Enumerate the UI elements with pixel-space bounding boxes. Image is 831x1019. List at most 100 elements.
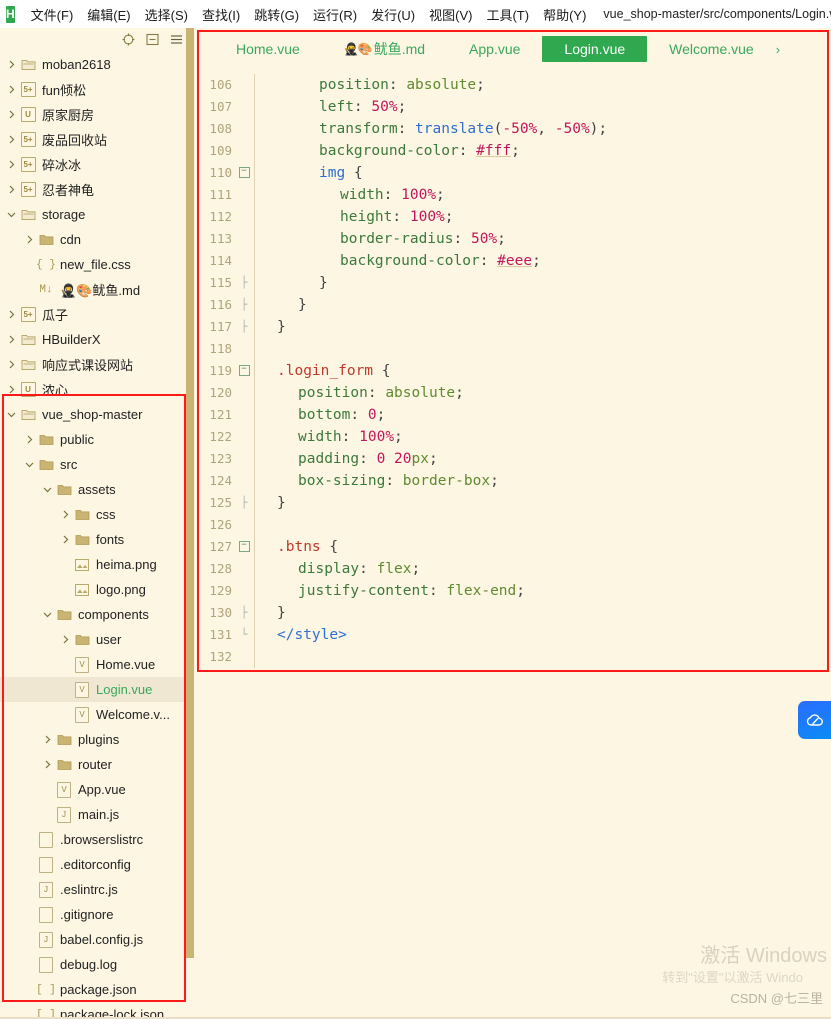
menu-item-publish[interactable]: 发行(U) xyxy=(364,3,422,26)
tree-item-cdn[interactable]: cdn xyxy=(0,227,190,252)
tree-arrow-collapsed-icon[interactable] xyxy=(6,334,17,345)
code-line[interactable]: 108 transform: translate(-50%, -50%); xyxy=(196,118,831,140)
tree-item-heima.png[interactable]: heima.png xyxy=(0,552,190,577)
tree-item-.eslintrc.js[interactable]: J .eslintrc.js xyxy=(0,877,190,902)
code-line[interactable]: 125 ├} xyxy=(196,492,831,514)
menu-item-edit[interactable]: 编辑(E) xyxy=(80,3,137,26)
menu-item-file[interactable]: 文件(F) xyxy=(24,3,81,26)
code-line[interactable]: 118 xyxy=(196,338,831,360)
tree-arrow-expanded-icon[interactable] xyxy=(6,209,17,220)
tree-item-welcome.v...[interactable]: V Welcome.v... xyxy=(0,702,190,727)
locate-file-icon[interactable] xyxy=(122,33,135,46)
code-line[interactable]: 123 padding: 0 20px; xyxy=(196,448,831,470)
menu-item-find[interactable]: 查找(I) xyxy=(195,3,247,26)
code-area[interactable]: 106 position: absolute; 107 left: 50%; 108 tr… xyxy=(196,70,831,668)
tree-arrow-expanded-icon[interactable] xyxy=(42,484,53,495)
code-line[interactable]: 106 position: absolute; xyxy=(196,74,831,96)
tree-item-babel.config.js[interactable]: Jbabel.config.js xyxy=(0,927,190,952)
tree-arrow-collapsed-icon[interactable] xyxy=(6,309,17,320)
tree-item-[interactable]: U 原家厨房 xyxy=(0,102,190,127)
tree-item-.md[interactable]: M↓ 🥷🎨鱿鱼.md xyxy=(0,277,190,302)
tree-item-fonts[interactable]: fonts xyxy=(0,527,190,552)
tree-item-[interactable]: U 浓心 xyxy=(0,377,190,402)
tree-item-[interactable]: 响应式课设网站 xyxy=(0,352,190,377)
tree-item-logo.png[interactable]: logo.png xyxy=(0,577,190,602)
tree-item-.editorconfig[interactable]: .editorconfig xyxy=(0,852,190,877)
code-line[interactable]: 126 xyxy=(196,514,831,536)
tree-arrow-collapsed-icon[interactable] xyxy=(6,109,17,120)
tree-arrow-collapsed-icon[interactable] xyxy=(6,384,17,395)
tree-item-home.vue[interactable]: V Home.vue xyxy=(0,652,190,677)
tree-item-user[interactable]: user xyxy=(0,627,190,652)
editor-tab-.md[interactable]: 🥷🎨 鱿鱼.md xyxy=(322,36,447,62)
tree-item-.gitignore[interactable]: .gitignore xyxy=(0,902,190,927)
code-line[interactable]: 132 xyxy=(196,646,831,668)
tree-arrow-collapsed-icon[interactable] xyxy=(6,59,17,70)
tree-arrow-collapsed-icon[interactable] xyxy=(42,734,53,745)
tree-item-debug.log[interactable]: debug.log xyxy=(0,952,190,977)
tree-item-new_file.css[interactable]: { } new_file.css xyxy=(0,252,190,277)
fold-toggle-icon[interactable]: − xyxy=(238,364,250,376)
sidebar-menu-icon[interactable] xyxy=(170,33,183,46)
editor-tab-bar[interactable]: Home.vue 🥷🎨 鱿鱼.md App.vue Login.vue Welcome.v… xyxy=(196,28,831,70)
editor-tab-app.vue[interactable]: App.vue xyxy=(447,36,542,62)
tree-item-css[interactable]: css xyxy=(0,502,190,527)
tree-item-hbuilderx[interactable]: HBuilderX xyxy=(0,327,190,352)
code-line[interactable]: 127− .btns { xyxy=(196,536,831,558)
tree-item-[interactable]: 5+ 碎冰冰 xyxy=(0,152,190,177)
tree-arrow-collapsed-icon[interactable] xyxy=(60,534,71,545)
tree-item-package.json[interactable]: [ ] package.json xyxy=(0,977,190,1002)
tree-arrow-collapsed-icon[interactable] xyxy=(6,159,17,170)
tree-arrow-collapsed-icon[interactable] xyxy=(60,509,71,520)
tree-arrow-collapsed-icon[interactable] xyxy=(6,359,17,370)
tree-item-router[interactable]: router xyxy=(0,752,190,777)
code-line[interactable]: 115 ├} xyxy=(196,272,831,294)
tree-item-src[interactable]: src xyxy=(0,452,190,477)
code-line[interactable]: 120 position: absolute; xyxy=(196,382,831,404)
code-line[interactable]: 130 ├} xyxy=(196,602,831,624)
tree-item-components[interactable]: components xyxy=(0,602,190,627)
tree-arrow-collapsed-icon[interactable] xyxy=(42,759,53,770)
code-line[interactable]: 117 ├} xyxy=(196,316,831,338)
code-line[interactable]: 121 bottom: 0; xyxy=(196,404,831,426)
tree-item-vue_shop-master[interactable]: vue_shop-master xyxy=(0,402,190,427)
tree-item-moban2618[interactable]: moban2618 xyxy=(0,52,190,77)
tree-item-app.vue[interactable]: V App.vue xyxy=(0,777,190,802)
code-line[interactable]: 122 width: 100%; xyxy=(196,426,831,448)
menu-item-select[interactable]: 选择(S) xyxy=(138,3,195,26)
code-line[interactable]: 116 ├} xyxy=(196,294,831,316)
file-tree[interactable]: moban2618 5+ fun倾松 U 原家厨房 5+ 废品回收站 5+ 碎冰冰 5+ 忍者神龟 s… xyxy=(0,50,190,1019)
tree-item-login.vue[interactable]: V Login.vue xyxy=(0,677,190,702)
menu-item-tools[interactable]: 工具(T) xyxy=(479,3,536,26)
tree-item-main.js[interactable]: Jmain.js xyxy=(0,802,190,827)
code-line[interactable]: 129 justify-content: flex-end; xyxy=(196,580,831,602)
code-line[interactable]: 131 └ </style> xyxy=(196,624,831,646)
tree-item-[interactable]: 5+ 废品回收站 xyxy=(0,127,190,152)
code-line[interactable]: 111 width: 100%; xyxy=(196,184,831,206)
code-line[interactable]: 109 background-color: #fff; xyxy=(196,140,831,162)
tree-item-plugins[interactable]: plugins xyxy=(0,727,190,752)
code-line[interactable]: 114 background-color: #eee; xyxy=(196,250,831,272)
code-line[interactable]: 110− img { xyxy=(196,162,831,184)
tab-overflow-chevron-icon[interactable]: › xyxy=(776,28,784,70)
menu-item-help[interactable]: 帮助(Y) xyxy=(536,3,593,26)
tree-arrow-collapsed-icon[interactable] xyxy=(60,634,71,645)
tree-item-fun[interactable]: 5+ fun倾松 xyxy=(0,77,190,102)
tree-item-assets[interactable]: assets xyxy=(0,477,190,502)
editor-tab-login.vue[interactable]: Login.vue xyxy=(542,36,648,62)
code-line[interactable]: 113 border-radius: 50%; xyxy=(196,228,831,250)
cloud-sync-icon[interactable] xyxy=(798,701,831,739)
tree-arrow-collapsed-icon[interactable] xyxy=(24,234,35,245)
tree-arrow-expanded-icon[interactable] xyxy=(24,459,35,470)
tree-arrow-collapsed-icon[interactable] xyxy=(24,434,35,445)
code-line[interactable]: 124 box-sizing: border-box; xyxy=(196,470,831,492)
collapse-all-icon[interactable] xyxy=(146,33,159,46)
tree-item-[interactable]: 5+ 瓜子 xyxy=(0,302,190,327)
tree-item-.browserslistrc[interactable]: .browserslistrc xyxy=(0,827,190,852)
tree-item-[interactable]: 5+ 忍者神龟 xyxy=(0,177,190,202)
menu-item-run[interactable]: 运行(R) xyxy=(306,3,364,26)
code-line[interactable]: 107 left: 50%; xyxy=(196,96,831,118)
tree-arrow-collapsed-icon[interactable] xyxy=(6,184,17,195)
menu-item-view[interactable]: 视图(V) xyxy=(422,3,479,26)
tree-arrow-collapsed-icon[interactable] xyxy=(6,84,17,95)
